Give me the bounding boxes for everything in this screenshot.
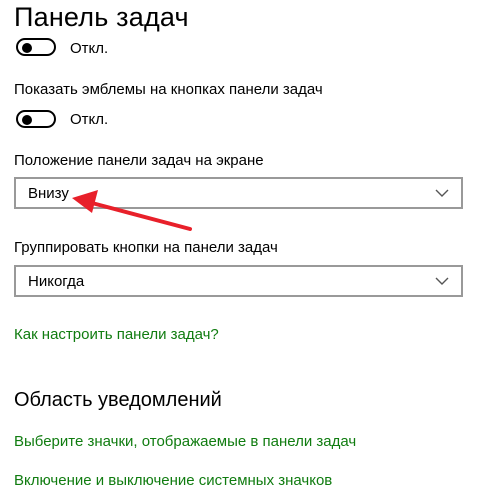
customize-taskbar-link[interactable]: Как настроить панели задач? bbox=[14, 326, 219, 343]
combine-buttons-label: Группировать кнопки на панели задач bbox=[14, 239, 278, 256]
badges-toggle-switch[interactable] bbox=[16, 110, 56, 128]
toggle-knob bbox=[22, 115, 32, 125]
taskbar-location-dropdown[interactable]: Внизу bbox=[14, 177, 463, 209]
badges-toggle-state-label: Откл. bbox=[70, 111, 109, 128]
toggle-state-label-top: Откл. bbox=[70, 40, 109, 57]
chevron-down-icon bbox=[435, 189, 449, 197]
system-icons-link[interactable]: Включение и выключение системных значков bbox=[14, 472, 332, 489]
badges-setting-label: Показать эмблемы на кнопках панели задач bbox=[14, 81, 323, 98]
select-icons-link[interactable]: Выберите значки, отображаемые в панели з… bbox=[14, 433, 356, 450]
taskbar-location-label: Положение панели задач на экране bbox=[14, 152, 264, 169]
toggle-knob bbox=[22, 43, 32, 53]
chevron-down-icon bbox=[435, 277, 449, 285]
toggle-switch-top[interactable] bbox=[16, 38, 56, 56]
notification-area-heading: Область уведомлений bbox=[14, 389, 222, 411]
combine-buttons-selected-value: Никогда bbox=[28, 273, 85, 290]
page-title: Панель задач bbox=[14, 2, 189, 32]
combine-buttons-dropdown[interactable]: Никогда bbox=[14, 265, 463, 297]
taskbar-location-selected-value: Внизу bbox=[28, 185, 69, 202]
